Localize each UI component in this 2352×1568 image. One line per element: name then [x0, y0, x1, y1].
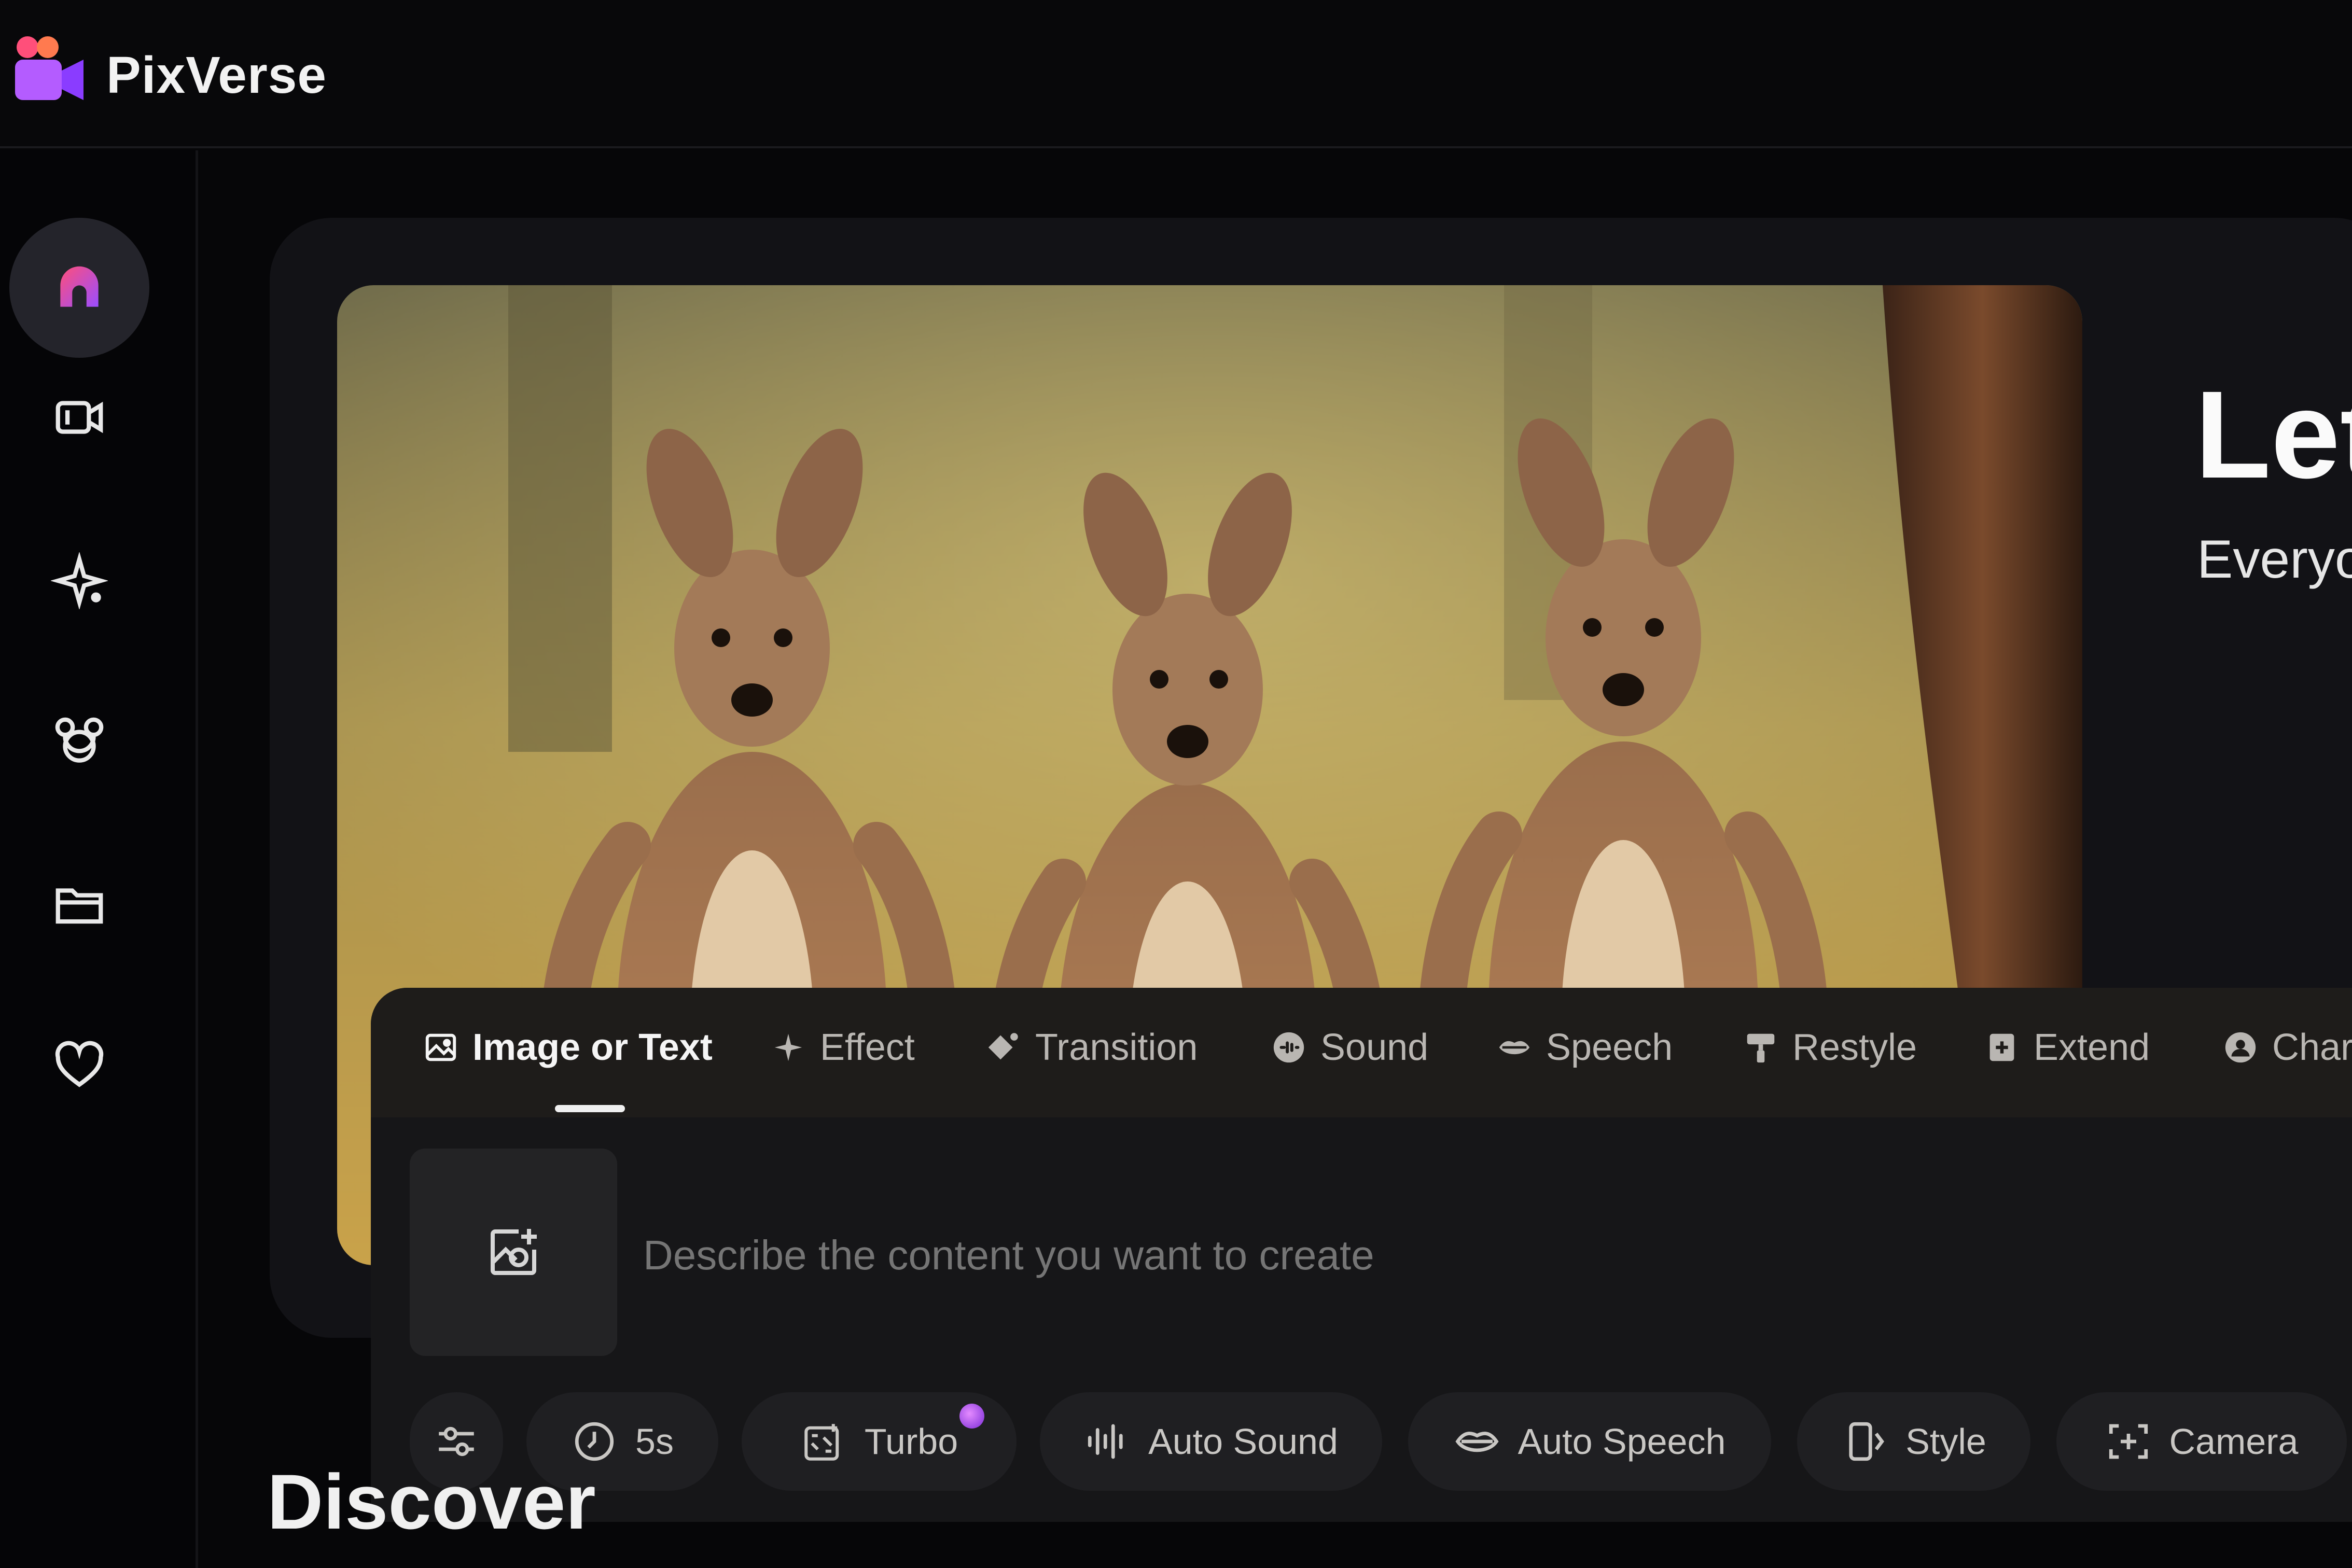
top-bar: PixVerse: [0, 0, 2352, 148]
brand-name[interactable]: PixVerse: [106, 46, 327, 105]
transition-icon: [988, 1033, 1018, 1060]
sidebar-item-home[interactable]: [9, 218, 149, 358]
tab-restyle[interactable]: Restyle: [1743, 1026, 1917, 1069]
auto-speech-label: Auto Speech: [1518, 1421, 1726, 1462]
sidebar-item-favorites[interactable]: [30, 1016, 129, 1115]
sound-icon: [1273, 1032, 1304, 1063]
duration-value: 5s: [635, 1421, 674, 1462]
video-camera-icon: [55, 401, 103, 434]
tab-label: Effect: [820, 1027, 915, 1068]
tab-label: Extend: [2034, 1027, 2150, 1068]
camera-focus-icon: [2109, 1424, 2148, 1459]
turbo-label: Turbo: [864, 1421, 958, 1462]
sparkle-icon: [51, 552, 108, 609]
sidebar-item-video[interactable]: [30, 368, 129, 467]
camera-button[interactable]: Camera: [2056, 1392, 2347, 1491]
prompt-input[interactable]: [643, 1231, 2303, 1279]
tab-sound[interactable]: Sound: [1271, 1026, 1428, 1069]
tab-label: Image or Text: [472, 1027, 713, 1068]
extend-icon: [1989, 1033, 2014, 1061]
tab-label: Speech: [1546, 1027, 1673, 1068]
camera-label: Camera: [2169, 1421, 2299, 1462]
turbo-mode-button[interactable]: Turbo: [742, 1392, 1017, 1491]
tab-character[interactable]: Char: [2222, 1026, 2352, 1069]
discover-heading: Discover: [267, 1458, 596, 1545]
add-image-icon: [491, 1229, 537, 1275]
sidebar-item-characters[interactable]: [30, 692, 129, 791]
turbo-icon: [804, 1424, 839, 1461]
image-icon: [425, 1033, 456, 1061]
auto-speech-toggle[interactable]: Auto Speech: [1408, 1392, 1771, 1491]
tab-effect[interactable]: Effect: [770, 1026, 915, 1069]
mouse-ears-icon: [55, 717, 104, 763]
style-label: Style: [1905, 1421, 1986, 1462]
tab-extend[interactable]: Extend: [1984, 1026, 2150, 1069]
tab-label: Restyle: [1792, 1027, 1917, 1068]
tab-label: Transition: [1035, 1027, 1198, 1068]
hero-title: Let: [2195, 365, 2352, 504]
character-icon: [2225, 1032, 2256, 1063]
auto-sound-label: Auto Sound: [1148, 1421, 1338, 1462]
upload-image-button[interactable]: [410, 1149, 617, 1356]
audio-wave-icon: [1088, 1424, 1123, 1459]
tab-speech[interactable]: Speech: [1496, 1026, 1673, 1069]
phone-style-icon: [1849, 1422, 1885, 1461]
pixverse-logo-icon[interactable]: [10, 30, 88, 108]
tab-transition[interactable]: Transition: [985, 1026, 1198, 1069]
create-panel: Image or Text Effect Transition Sound Sp…: [371, 988, 2352, 1522]
folder-icon: [55, 888, 103, 924]
tab-image-or-text[interactable]: Image or Text: [423, 1026, 713, 1069]
mode-tabs: Image or Text Effect Transition Sound Sp…: [371, 988, 2352, 1117]
home-icon: [60, 266, 99, 307]
style-button[interactable]: Style: [1797, 1392, 2030, 1491]
sidebar-item-assets[interactable]: [30, 856, 129, 954]
lips-icon: [1499, 1041, 1530, 1055]
premium-badge-icon: [959, 1404, 984, 1429]
auto-sound-toggle[interactable]: Auto Sound: [1040, 1392, 1382, 1491]
tab-label: Char: [2272, 1027, 2352, 1068]
active-tab-indicator: [555, 1105, 625, 1112]
hero-subtitle: Everyo: [2197, 529, 2352, 590]
sidebar-item-effects[interactable]: [30, 531, 129, 630]
tab-label: Sound: [1320, 1027, 1429, 1068]
sparkle-icon: [774, 1033, 802, 1061]
lips-icon: [1455, 1432, 1499, 1452]
paint-roller-icon: [1747, 1033, 1775, 1063]
heart-icon: [55, 1041, 104, 1087]
sidebar: [0, 150, 198, 1568]
